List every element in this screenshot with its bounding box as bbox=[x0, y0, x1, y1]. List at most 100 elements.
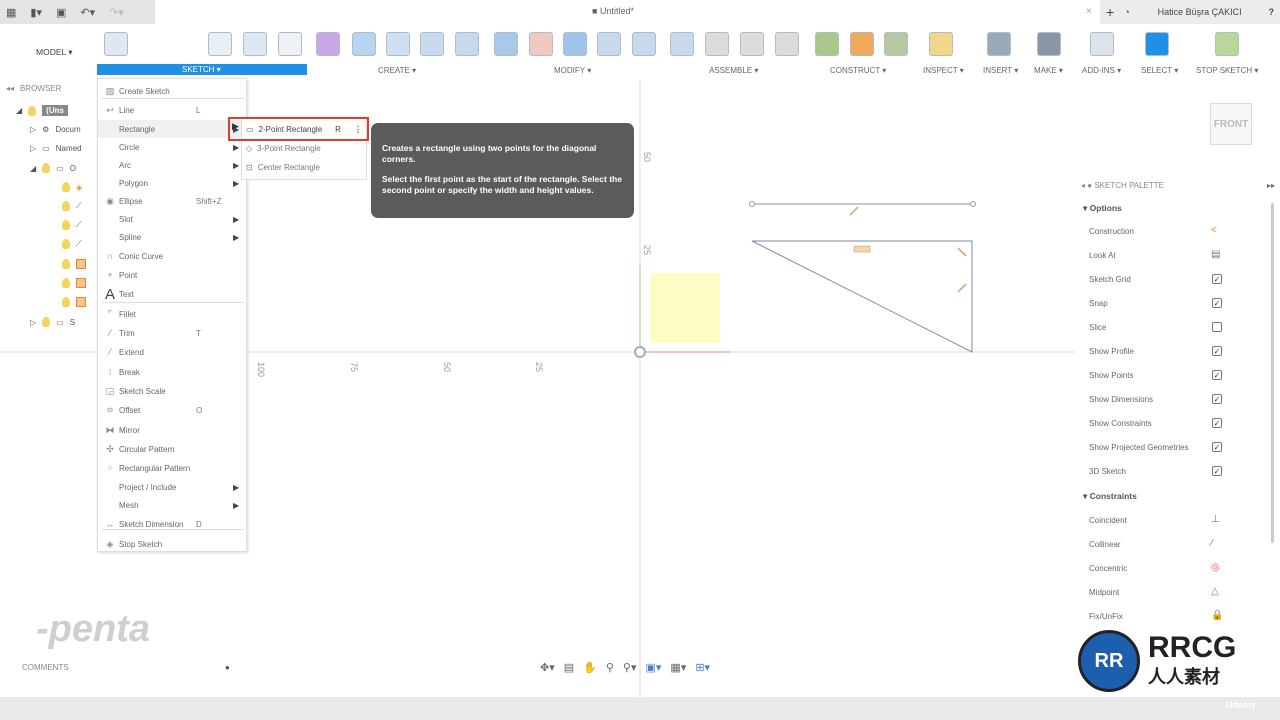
help-icon[interactable]: ? bbox=[1269, 7, 1275, 17]
palette-scrollbar[interactable] bbox=[1271, 203, 1274, 543]
offset-plane-icon[interactable] bbox=[815, 32, 839, 56]
look-at-icon[interactable]: ▤ bbox=[564, 661, 574, 674]
save-icon[interactable]: ▣ bbox=[56, 6, 66, 19]
palette-expand-icon[interactable]: ▸▸ bbox=[1267, 181, 1275, 190]
checkbox-slice[interactable] bbox=[1212, 322, 1222, 332]
apps-grid-icon[interactable]: ▦ bbox=[6, 6, 16, 19]
orbit-icon[interactable]: ✥▾ bbox=[540, 661, 555, 674]
rectangular-pattern-icon[interactable] bbox=[243, 32, 267, 56]
joint-icon[interactable] bbox=[705, 32, 729, 56]
menu-item-fillet[interactable]: ⌜ Fillet bbox=[98, 305, 246, 323]
menu-item-mesh[interactable]: Mesh ▶ bbox=[98, 496, 246, 514]
new-tab-icon[interactable]: + bbox=[1106, 4, 1114, 20]
form-icon[interactable] bbox=[316, 32, 340, 56]
center-rectangle-item[interactable]: ⊡ Center Rectangle bbox=[246, 163, 320, 172]
menu-item-project-include[interactable]: Project / Include ▶ bbox=[98, 478, 246, 496]
checkbox-show-points[interactable]: ✓ bbox=[1212, 370, 1222, 380]
collinear-icon[interactable]: ⁄ bbox=[1211, 538, 1213, 549]
options-header[interactable]: ▾ Options bbox=[1083, 203, 1122, 214]
view-cube[interactable]: FRONT bbox=[1210, 103, 1252, 145]
rigid-group-icon[interactable] bbox=[775, 32, 799, 56]
job-status-icon[interactable]: ◔ bbox=[1124, 7, 1129, 17]
menu-item-text[interactable]: A Text bbox=[98, 285, 246, 303]
menu-item-polygon[interactable]: Polygon ▶ bbox=[98, 174, 246, 192]
fix-icon[interactable]: 🔒 bbox=[1211, 610, 1223, 621]
menu-item-mirror[interactable]: ⧓ Mirror bbox=[98, 421, 246, 439]
menu-item-offset[interactable]: ≏ Offset O bbox=[98, 401, 246, 419]
extrude-icon[interactable] bbox=[352, 32, 376, 56]
zoom-window-icon[interactable]: ⚲▾ bbox=[623, 661, 637, 674]
mirror-icon[interactable] bbox=[208, 32, 232, 56]
assemble-group-label[interactable]: ASSEMBLE ▾ bbox=[709, 66, 758, 75]
construction-icon[interactable]: < bbox=[1211, 225, 1217, 236]
menu-item-sketch-scale[interactable]: ◲ Sketch Scale bbox=[98, 382, 246, 400]
file-icon[interactable]: ▮▾ bbox=[30, 6, 42, 19]
look-at-icon[interactable]: ▤ bbox=[1211, 249, 1220, 260]
pattern-icon[interactable] bbox=[455, 32, 479, 56]
menu-item-rectangular-pattern[interactable]: ⁘ Rectangular Pattern bbox=[98, 459, 246, 477]
viewports-icon[interactable]: ⊞▾ bbox=[695, 661, 710, 674]
select-group-label[interactable]: SELECT ▾ bbox=[1141, 66, 1178, 75]
palette-collapse-icon[interactable]: ◂ ● bbox=[1081, 181, 1092, 190]
press-pull-icon[interactable] bbox=[494, 32, 518, 56]
plane-angle-icon[interactable] bbox=[850, 32, 874, 56]
menu-item-trim[interactable]: ⁄ Trim T bbox=[98, 324, 246, 342]
new-component-icon[interactable] bbox=[670, 32, 694, 56]
scripts-icon[interactable] bbox=[1090, 32, 1114, 56]
zoom-icon[interactable]: ⚲ bbox=[606, 661, 614, 674]
menu-item-arc[interactable]: Arc ▶ bbox=[98, 156, 246, 174]
checkbox-3d-sketch[interactable]: ✓ bbox=[1212, 466, 1222, 476]
construct-group-label[interactable]: CONSTRUCT ▾ bbox=[830, 66, 886, 75]
midplane-icon[interactable] bbox=[884, 32, 908, 56]
create-group-label[interactable]: CREATE ▾ bbox=[378, 66, 416, 75]
sketch-group-label[interactable]: SKETCH ▾ bbox=[182, 65, 221, 74]
menu-item-stop-sketch[interactable]: ◈ Stop Sketch bbox=[98, 535, 246, 553]
checkbox-show-dimensions[interactable]: ✓ bbox=[1212, 394, 1222, 404]
menu-item-point[interactable]: + Point bbox=[98, 266, 246, 284]
insert-image-icon[interactable] bbox=[987, 32, 1011, 56]
checkbox-sketch-grid[interactable]: ✓ bbox=[1212, 274, 1222, 284]
add-comment-icon[interactable]: ● bbox=[225, 663, 230, 672]
as-built-joint-icon[interactable] bbox=[740, 32, 764, 56]
chamfer-icon[interactable] bbox=[632, 32, 656, 56]
menu-item-sketch-dimension[interactable]: ↔ Sketch Dimension D bbox=[98, 515, 246, 533]
menu-item-break[interactable]: ⁝ Break bbox=[98, 363, 246, 381]
mirror-body-icon[interactable] bbox=[420, 32, 444, 56]
checkbox-show-constraints[interactable]: ✓ bbox=[1212, 418, 1222, 428]
pan-icon[interactable]: ✋ bbox=[583, 661, 597, 674]
menu-item-rectangle[interactable]: Rectangle ▶ bbox=[98, 120, 246, 138]
checkbox-show-profile[interactable]: ✓ bbox=[1212, 346, 1222, 356]
menu-item-spline[interactable]: Spline ▶ bbox=[98, 228, 246, 246]
shell-icon[interactable] bbox=[597, 32, 621, 56]
3d-print-icon[interactable] bbox=[1037, 32, 1061, 56]
menu-item-line[interactable]: ↩ Line L bbox=[98, 101, 246, 119]
undo-icon[interactable]: ↶▾ bbox=[80, 6, 95, 19]
workspace-switcher[interactable]: MODEL ▾ bbox=[36, 47, 73, 58]
grid-settings-icon[interactable]: ▦▾ bbox=[670, 661, 686, 674]
comments-panel[interactable]: COMMENTS ● bbox=[22, 663, 230, 672]
project-icon[interactable] bbox=[278, 32, 302, 56]
checkbox-show-projected-geometries[interactable]: ✓ bbox=[1212, 442, 1222, 452]
split-icon[interactable] bbox=[529, 32, 553, 56]
make-group-label[interactable]: MAKE ▾ bbox=[1034, 66, 1063, 75]
arc-icon[interactable] bbox=[140, 32, 164, 56]
combine-icon[interactable] bbox=[563, 32, 587, 56]
menu-item-circular-pattern[interactable]: ✣ Circular Pattern bbox=[98, 440, 246, 458]
midpoint-icon[interactable]: △ bbox=[1211, 586, 1219, 597]
create-sketch-icon[interactable] bbox=[104, 32, 128, 56]
stop-sketch-icon[interactable] bbox=[1215, 32, 1239, 56]
document-tab[interactable]: ■ Untitled* bbox=[592, 6, 634, 16]
close-tab-icon[interactable]: × bbox=[1086, 6, 1092, 17]
insert-group-label[interactable]: INSERT ▾ bbox=[983, 66, 1018, 75]
text-icon[interactable] bbox=[173, 32, 197, 56]
concentric-icon[interactable]: ◎ bbox=[1211, 562, 1220, 573]
stop-sketch-group-label[interactable]: STOP SKETCH ▾ bbox=[1196, 66, 1258, 75]
select-icon[interactable] bbox=[1145, 32, 1169, 56]
addins-group-label[interactable]: ADD-INS ▾ bbox=[1082, 66, 1121, 75]
inspect-group-label[interactable]: INSPECT ▾ bbox=[923, 66, 964, 75]
user-name[interactable]: Hatice Büşra ÇAKICI bbox=[1158, 7, 1242, 17]
display-settings-icon[interactable]: ▣▾ bbox=[646, 661, 662, 674]
constraints-header[interactable]: ▾ Constraints bbox=[1083, 491, 1137, 502]
menu-item-ellipse[interactable]: ◉ Ellipse Shift+Z bbox=[98, 192, 246, 210]
3-point-rectangle-item[interactable]: ◇ 3-Point Rectangle bbox=[246, 144, 321, 153]
